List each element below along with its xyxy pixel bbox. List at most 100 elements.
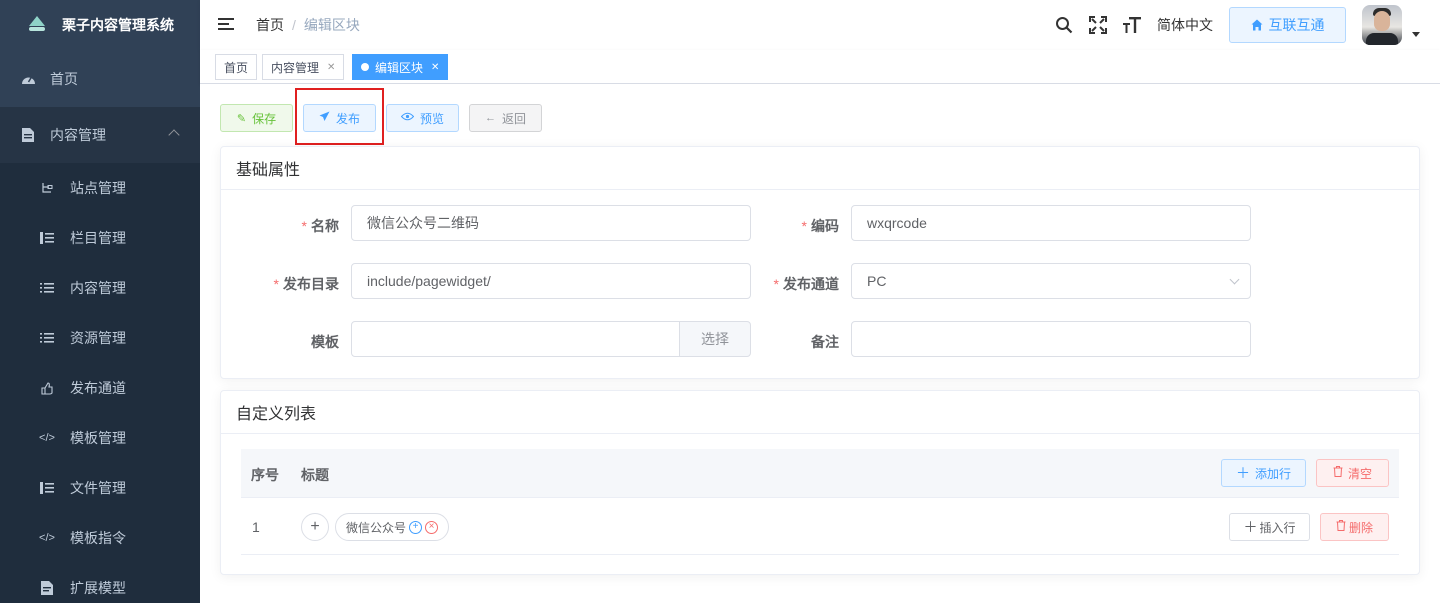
sidebar-item-content-mgmt[interactable]: 内容管理 <box>0 263 200 313</box>
tag-label: 编辑区块 <box>375 60 424 75</box>
sidebar-item-label: 扩展模型 <box>70 580 126 596</box>
name-label: * 名称 <box>301 218 339 234</box>
trash-icon <box>1336 520 1346 534</box>
list-icon <box>40 331 54 345</box>
code-icon: </> <box>39 432 55 444</box>
trash-icon <box>1333 466 1343 480</box>
sidebar-item-label: 站点管理 <box>70 180 126 196</box>
plus-icon: ＋ <box>1235 465 1250 481</box>
sidebar-item-template[interactable]: </> 模板管理 <box>0 413 200 463</box>
code-field[interactable]: wxqrcode <box>851 205 1251 241</box>
basic-properties-card: 基础属性 * 名称 微信公众号二维码 * 编码 wxqrcode * 发布目录 inc… <box>220 146 1420 379</box>
channel-icon <box>40 381 54 395</box>
delete-row-button[interactable]: 删除 <box>1320 513 1389 541</box>
publish-dir-field[interactable]: include/pagewidget/ <box>351 263 751 299</box>
publish-channel-value: PC <box>867 273 887 289</box>
save-button[interactable]: ✎ 保存 <box>220 104 293 132</box>
add-item-icon[interactable]: + <box>301 513 329 541</box>
sidebar-item-content[interactable]: 内容管理 <box>0 107 200 163</box>
sidebar-item-label: 资源管理 <box>70 330 126 346</box>
title-tag-label: 微信公众号 <box>346 520 407 535</box>
sidebar-submenu: 站点管理 栏目管理 内容管理 资源管理 发布通道 </> 模板管理 文件管理 <… <box>0 163 200 603</box>
site-tree-icon <box>40 181 54 195</box>
sidebar-item-model[interactable]: 扩展模型 <box>0 563 200 603</box>
insert-row-label: 插入行 <box>1259 520 1296 535</box>
sidebar-item-label: 栏目管理 <box>70 230 126 246</box>
col-index-header: 序号 <box>251 467 279 483</box>
sidebar-item-file[interactable]: 文件管理 <box>0 463 200 513</box>
card-title: 基础属性 <box>221 147 1419 190</box>
add-row-button[interactable]: ＋ 添加行 <box>1221 459 1306 487</box>
logo-icon <box>29 16 45 31</box>
insert-row-button[interactable]: ＋ 插入行 <box>1229 513 1310 541</box>
home-icon <box>1251 19 1262 31</box>
font-size-icon[interactable] <box>1121 14 1143 36</box>
close-circle-icon[interactable]: × <box>425 520 439 534</box>
sidebar-item-site[interactable]: 站点管理 <box>0 163 200 213</box>
template-label: 模板 <box>311 334 339 350</box>
remark-field[interactable] <box>851 321 1251 357</box>
active-dot-icon <box>361 63 369 71</box>
row-index: 1 <box>252 519 260 535</box>
back-button[interactable]: ← 返回 <box>469 104 542 132</box>
plus-icon: ＋ <box>1243 519 1258 535</box>
list-icon <box>40 281 54 295</box>
sidebar-item-directive[interactable]: </> 模板指令 <box>0 513 200 563</box>
search-icon[interactable] <box>1053 14 1075 36</box>
sidebar-item-label: 内容管理 <box>70 280 126 296</box>
table-row: 1 + 微信公众号 + × ＋ 插入行 删除 <box>241 499 1399 555</box>
breadcrumb: 首页 / 编辑区块 <box>256 15 360 35</box>
preview-button[interactable]: 预览 <box>386 104 459 132</box>
fullscreen-icon[interactable] <box>1087 14 1109 36</box>
dashboard-icon <box>20 71 36 87</box>
arrow-left-icon: ← <box>484 112 496 124</box>
code-label: * 编码 <box>801 218 839 234</box>
tree-table-icon <box>40 481 54 495</box>
hamburger-icon[interactable] <box>218 18 234 32</box>
caret-down-icon[interactable] <box>1412 31 1420 37</box>
tag-home[interactable]: 首页 <box>215 54 258 80</box>
chevron-down-icon <box>1229 274 1240 285</box>
template-field[interactable] <box>351 321 681 357</box>
tree-table-icon <box>40 231 54 245</box>
close-icon[interactable]: ✕ <box>431 62 439 73</box>
tag-content-management[interactable]: 内容管理 ✕ <box>262 54 345 80</box>
clear-label: 清空 <box>1347 466 1372 481</box>
publish-channel-select[interactable]: PC <box>851 263 1251 299</box>
preview-label: 预览 <box>419 111 444 126</box>
close-icon[interactable]: ✕ <box>327 62 335 73</box>
breadcrumb-separator: / <box>292 17 296 33</box>
sidebar-item-label: 内容管理 <box>50 127 106 143</box>
sidebar-item-label: 模板指令 <box>70 530 126 546</box>
add-row-label: 添加行 <box>1254 466 1291 481</box>
sidebar-item-channel[interactable]: 发布通道 <box>0 363 200 413</box>
avatar[interactable] <box>1362 5 1402 45</box>
sidebar-item-column[interactable]: 栏目管理 <box>0 213 200 263</box>
eye-icon <box>400 112 415 124</box>
edit-icon: ✎ <box>236 112 247 125</box>
tag-label: 首页 <box>224 60 249 75</box>
custom-list-card: 自定义列表 序号 标题 ＋ 添加行 清空 1 + 微信公众号 + × ＋ 插入行… <box>220 390 1420 575</box>
language-switch[interactable]: 简体中文 <box>1157 15 1213 35</box>
sidebar: 栗子内容管理系统 首页 内容管理 站点管理 栏目管理 内容管理 资源管理 发布通… <box>0 0 200 603</box>
interconnect-button[interactable]: 互联互通 <box>1229 7 1346 43</box>
interconnect-label: 互联互通 <box>1268 17 1325 33</box>
app-logo[interactable]: 栗子内容管理系统 <box>0 0 200 50</box>
plus-circle-icon[interactable]: + <box>409 520 423 534</box>
card-title: 自定义列表 <box>221 391 1419 434</box>
breadcrumb-home[interactable]: 首页 <box>256 15 284 35</box>
sidebar-item-label: 模板管理 <box>70 430 126 446</box>
delete-row-label: 删除 <box>1348 520 1373 535</box>
header-actions: 简体中文 互联互通 <box>1053 0 1440 50</box>
title-tag: 微信公众号 + × <box>335 513 450 541</box>
sidebar-item-home[interactable]: 首页 <box>0 51 200 107</box>
sidebar-item-label: 首页 <box>50 71 78 87</box>
tag-label: 内容管理 <box>271 60 320 75</box>
main-content: ✎ 保存 发布 预览 ← 返回 基础属性 * 名称 微信公众号二维码 * 编码 wx… <box>200 84 1440 603</box>
sidebar-item-resource[interactable]: 资源管理 <box>0 313 200 363</box>
name-field[interactable]: 微信公众号二维码 <box>351 205 751 241</box>
tag-edit-block[interactable]: 编辑区块 ✕ <box>352 54 449 80</box>
save-label: 保存 <box>252 111 277 126</box>
sidebar-item-label: 发布通道 <box>70 380 126 396</box>
clear-button[interactable]: 清空 <box>1316 459 1389 487</box>
